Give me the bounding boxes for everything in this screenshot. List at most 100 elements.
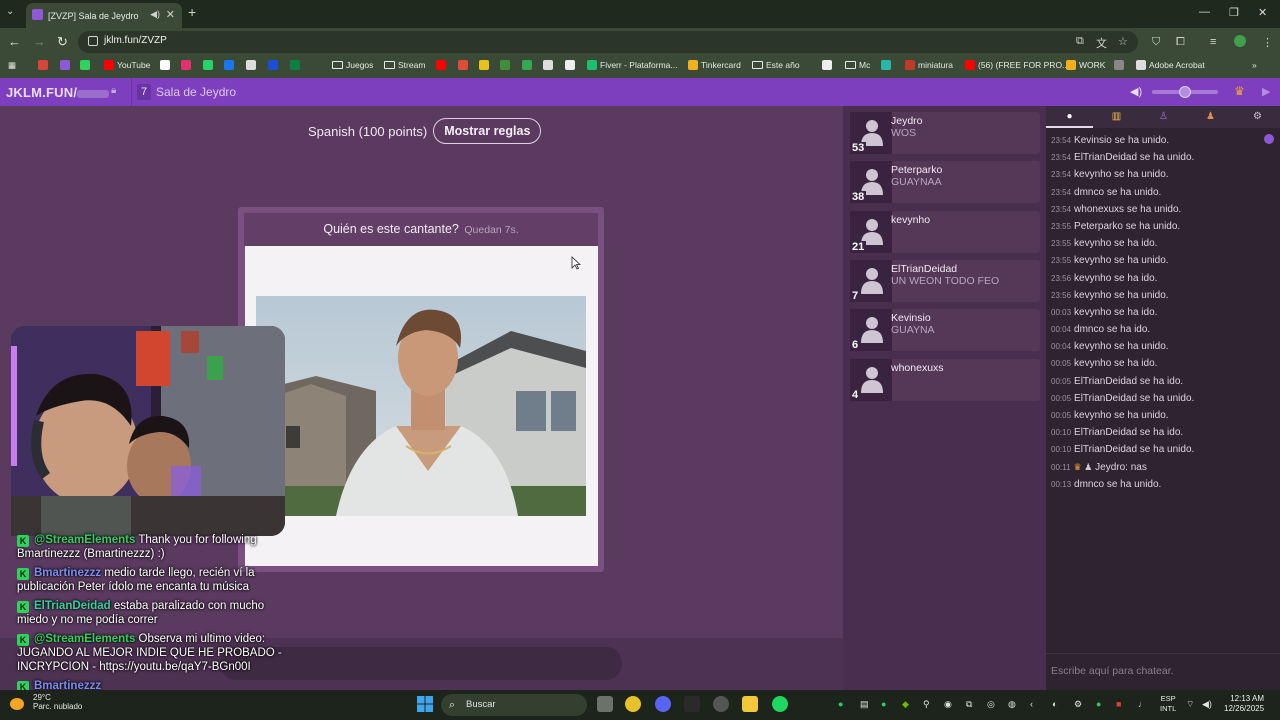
tray-record-icon[interactable]: ■ [1116,699,1121,709]
bookmark-item[interactable]: Mc [845,60,870,70]
tab-search-list-icon[interactable]: ≡ [1210,36,1216,48]
profile-avatar[interactable] [1234,35,1246,47]
wifi-icon[interactable]: ⌔ [1186,699,1194,710]
apps-grid-icon[interactable]: ▦ [8,60,16,71]
volume-tray-icon[interactable]: ◀) [1202,699,1212,710]
new-tab-icon[interactable]: + [188,4,196,20]
windows-start-icon[interactable] [417,696,433,712]
tray-nvidia-icon[interactable]: ◆ [902,699,909,710]
bookmark-item[interactable] [246,60,256,70]
bookmark-item[interactable]: Adobe Acrobat [1136,60,1205,70]
bookmark-item[interactable] [1114,60,1124,70]
minimize-icon[interactable]: — [1199,6,1210,18]
restore-icon[interactable]: ❐ [1229,6,1239,19]
discord-icon[interactable] [655,696,671,712]
lock-icon[interactable]: 🔒︎ [111,85,116,96]
tab-search-icon[interactable]: ⌄ [6,6,20,20]
tray-app5-icon[interactable]: ◍ [1008,699,1016,710]
bookmark-item[interactable]: WORK [1066,60,1105,70]
settings-gear-icon[interactable]: ⚙ [1234,106,1280,128]
close-window-icon[interactable]: ✕ [1258,6,1267,19]
bookmark-item[interactable]: (56) (FREE FOR PRO... [965,60,1069,70]
bookmark-item[interactable] [881,60,891,70]
rank-icon[interactable]: ♙ [1140,106,1187,128]
player-card[interactable]: 21 kevynho [850,210,1040,253]
player-card[interactable]: 6 Kevinsio GUAYNA [850,309,1040,352]
player-card[interactable]: 53 Jeydro WOS [850,112,1040,154]
bookmark-item[interactable] [181,60,191,70]
player-card[interactable]: 4 whonexuxs [850,358,1040,401]
tray-mic-icon[interactable]: ♩ [1138,699,1147,709]
bookmark-item[interactable]: Fiverr - Plataforma... [587,60,677,70]
bookmark-item[interactable]: YouTube [104,60,150,70]
play-icon[interactable]: ▶ [1262,85,1270,98]
bookmark-item[interactable]: Tinkercard [688,60,741,70]
address-bar[interactable]: jklm.fun/ZVZP ⧉ 文 ☆ [78,31,1138,53]
task-view-icon[interactable] [597,696,613,712]
forward-icon[interactable]: → [33,34,46,49]
spotify-icon[interactable] [772,696,788,712]
bookmark-item[interactable]: Stream [384,60,425,70]
bookmark-item[interactable] [290,60,300,70]
bookmark-item[interactable]: Este año [752,60,800,70]
language-indicator[interactable]: ESP INTL [1160,694,1176,714]
bookmark-star-icon[interactable]: ☆ [1118,35,1128,48]
extensions-icon[interactable]: ⧠ [1176,36,1185,49]
cast-icon[interactable]: ⧉ [1076,35,1084,48]
show-rules-button[interactable]: Mostrar reglas [433,118,542,144]
player-card[interactable]: 7 ElTrianDeidad UN WEON TODO FEO [850,259,1040,302]
tray-obs-icon[interactable]: ◐ [1052,699,1057,709]
bookmark-item[interactable] [522,60,532,70]
reload-icon[interactable]: ↻ [57,34,68,50]
tray-app4-icon[interactable]: ◎ [987,699,995,710]
bookmark-item[interactable] [80,60,90,70]
weather-widget[interactable]: 29°C Parc. nublado [33,693,82,711]
bookmark-item[interactable] [543,60,553,70]
tray-app-icon[interactable]: ▤ [860,699,869,710]
tray-app2-icon[interactable]: ⚲ [923,699,930,710]
bookmark-item[interactable] [565,60,575,70]
translate-icon[interactable]: 文 [1096,35,1107,51]
weather-icon[interactable] [10,698,24,710]
tray-chevron-icon[interactable]: ‹ [1030,699,1033,709]
user-icon[interactable]: ♟ [1187,106,1234,128]
taskbar-search[interactable]: ⌕ Buscar [441,694,587,716]
shield-icon[interactable]: ⛉ [1152,36,1160,49]
volume-slider-handle[interactable] [1179,86,1191,98]
tray-whatsapp-icon[interactable]: ● [881,699,886,709]
tray-gear-icon[interactable]: ⚙ [1074,699,1082,710]
chat-input[interactable] [1051,662,1271,680]
player-card[interactable]: 38 Peterparko GUAYNAA [850,161,1040,204]
bookmark-item[interactable] [479,60,489,70]
more-bookmarks-icon[interactable]: » [1252,60,1257,70]
chat-bubble-icon[interactable]: ● [1046,106,1093,128]
bookmark-item[interactable] [224,60,234,70]
file-explorer-icon[interactable] [742,696,758,712]
tab-close-icon[interactable]: ✕ [166,8,175,21]
site-brand[interactable]: JKLM.FUN/ [6,85,110,100]
site-info-icon[interactable] [88,36,98,46]
tray-steam-icon[interactable]: ◉ [944,699,952,710]
bookmark-item[interactable] [268,60,278,70]
github-icon[interactable] [713,696,729,712]
clock[interactable]: 12:13 AM 12/26/2025 [1224,694,1264,714]
bookmark-item[interactable] [203,60,213,70]
bookmark-item[interactable]: miniatura [905,60,953,70]
bookmark-item[interactable] [160,60,170,70]
bookmark-item[interactable] [60,60,70,70]
chrome-icon[interactable] [625,696,641,712]
tray-status-icon[interactable]: ● [1096,699,1101,709]
browser-tab[interactable]: [ZVZP] Sala de Jeydro ◀) ✕ [26,3,182,28]
epic-games-icon[interactable] [684,696,700,712]
volume-icon[interactable]: ◀) [1130,85,1142,98]
tray-spotify-icon[interactable]: ● [838,699,843,709]
book-icon[interactable]: ▥ [1093,106,1140,128]
bookmark-item[interactable] [436,60,446,70]
bookmark-item[interactable] [822,60,832,70]
bookmark-item[interactable] [458,60,468,70]
bookmark-item[interactable]: Juegos [332,60,373,70]
bookmark-item[interactable] [500,60,510,70]
menu-icon[interactable]: ⋮ [1262,36,1273,49]
tray-app3-icon[interactable]: ⧉ [966,699,972,710]
back-icon[interactable]: ← [8,34,21,49]
